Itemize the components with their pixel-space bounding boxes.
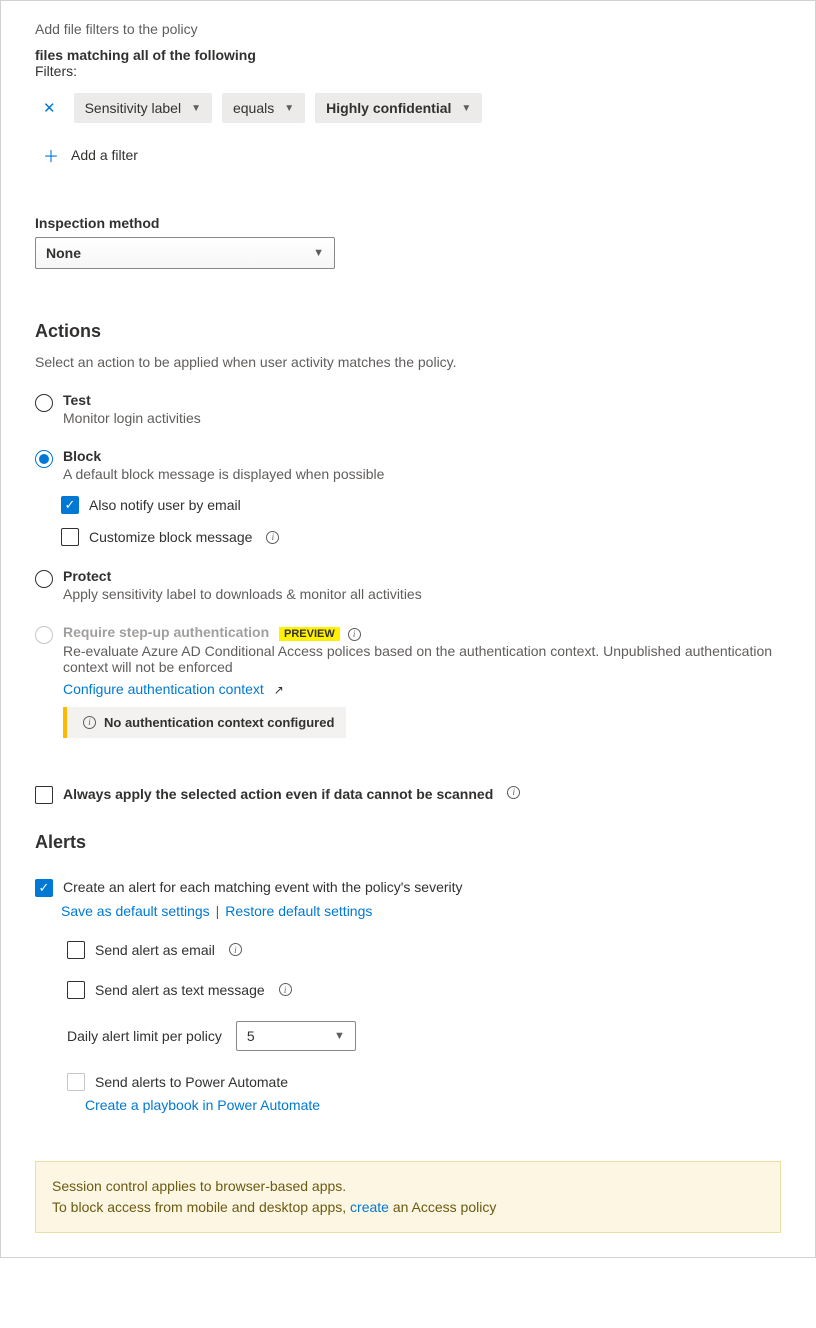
alerts-heading: Alerts	[35, 832, 781, 853]
chevron-down-icon: ▼	[334, 1030, 345, 1042]
radio-block[interactable]	[35, 450, 53, 468]
session-control-note: Session control applies to browser-based…	[35, 1161, 781, 1233]
checkbox-send-email[interactable]	[67, 941, 85, 959]
create-access-policy-link[interactable]: create	[350, 1199, 389, 1215]
actions-heading: Actions	[35, 321, 781, 342]
inspection-method-label: Inspection method	[35, 215, 781, 231]
add-filter-button[interactable]: ＋ Add a filter	[43, 143, 781, 167]
external-link-icon: ↗	[274, 683, 284, 697]
filter-field-label: Sensitivity label	[85, 100, 182, 116]
note-line1: Session control applies to browser-based…	[52, 1176, 764, 1197]
note-line2-prefix: To block access from mobile and desktop …	[52, 1199, 350, 1215]
chevron-down-icon: ▼	[191, 103, 201, 114]
create-playbook-link[interactable]: Create a playbook in Power Automate	[85, 1097, 320, 1113]
option-protect-title: Protect	[63, 568, 422, 584]
send-text-label: Send alert as text message	[95, 982, 265, 998]
filter-field-dropdown[interactable]: Sensitivity label ▼	[74, 93, 212, 123]
radio-test[interactable]	[35, 394, 53, 412]
info-icon[interactable]: i	[348, 628, 361, 641]
auth-warning: No authentication context configured	[104, 715, 334, 730]
checkbox-power-automate[interactable]	[67, 1073, 85, 1091]
checkbox-send-text[interactable]	[67, 981, 85, 999]
customize-message-label: Customize block message	[89, 529, 252, 545]
filter-op-label: equals	[233, 100, 274, 116]
checkbox-notify-email[interactable]: ✓	[61, 496, 79, 514]
option-test-title: Test	[63, 392, 201, 408]
configure-auth-link[interactable]: Configure authentication context	[63, 681, 264, 697]
note-line2-suffix: an Access policy	[389, 1199, 496, 1215]
checkbox-customize-message[interactable]	[61, 528, 79, 546]
filter-value-label: Highly confidential	[326, 100, 451, 116]
filter-op-dropdown[interactable]: equals ▼	[222, 93, 305, 123]
option-block-desc: A default block message is displayed whe…	[63, 466, 384, 482]
chevron-down-icon: ▼	[284, 103, 294, 114]
chevron-down-icon: ▼	[461, 103, 471, 114]
preview-badge: PREVIEW	[279, 627, 340, 641]
option-stepup-title: Require step-up authentication	[63, 624, 269, 640]
close-icon[interactable]: ✕	[35, 95, 64, 121]
info-icon[interactable]: i	[266, 531, 279, 544]
restore-default-link[interactable]: Restore default settings	[225, 903, 372, 919]
radio-stepup	[35, 626, 53, 644]
inspection-method-value: None	[46, 245, 81, 261]
power-automate-label: Send alerts to Power Automate	[95, 1074, 288, 1090]
notify-email-label: Also notify user by email	[89, 497, 241, 513]
save-default-link[interactable]: Save as default settings	[61, 903, 210, 919]
info-icon[interactable]: i	[229, 943, 242, 956]
info-icon: i	[83, 716, 96, 729]
checkbox-always-apply[interactable]	[35, 786, 53, 804]
inspection-method-select[interactable]: None ▼	[35, 237, 335, 269]
plus-icon: ＋	[43, 143, 59, 167]
checkbox-create-alert[interactable]: ✓	[35, 879, 53, 897]
always-apply-label: Always apply the selected action even if…	[63, 786, 493, 802]
send-email-label: Send alert as email	[95, 942, 215, 958]
option-block-title: Block	[63, 448, 384, 464]
filter-value-dropdown[interactable]: Highly confidential ▼	[315, 93, 482, 123]
radio-protect[interactable]	[35, 570, 53, 588]
daily-limit-select[interactable]: 5 ▼	[236, 1021, 356, 1051]
info-icon[interactable]: i	[507, 786, 520, 799]
condition-label: files matching all of the following	[35, 47, 781, 63]
create-alert-label: Create an alert for each matching event …	[63, 879, 463, 895]
option-protect-desc: Apply sensitivity label to downloads & m…	[63, 586, 422, 602]
option-test-desc: Monitor login activities	[63, 410, 201, 426]
info-icon[interactable]: i	[279, 983, 292, 996]
chevron-down-icon: ▼	[313, 247, 324, 259]
option-stepup-desc: Re-evaluate Azure AD Conditional Access …	[63, 643, 781, 675]
filters-header: Add file filters to the policy	[35, 21, 781, 37]
daily-limit-value: 5	[247, 1028, 255, 1044]
filters-subtitle: Filters:	[35, 63, 781, 79]
daily-limit-label: Daily alert limit per policy	[67, 1028, 222, 1044]
add-filter-label: Add a filter	[71, 147, 138, 163]
actions-desc: Select an action to be applied when user…	[35, 354, 781, 370]
